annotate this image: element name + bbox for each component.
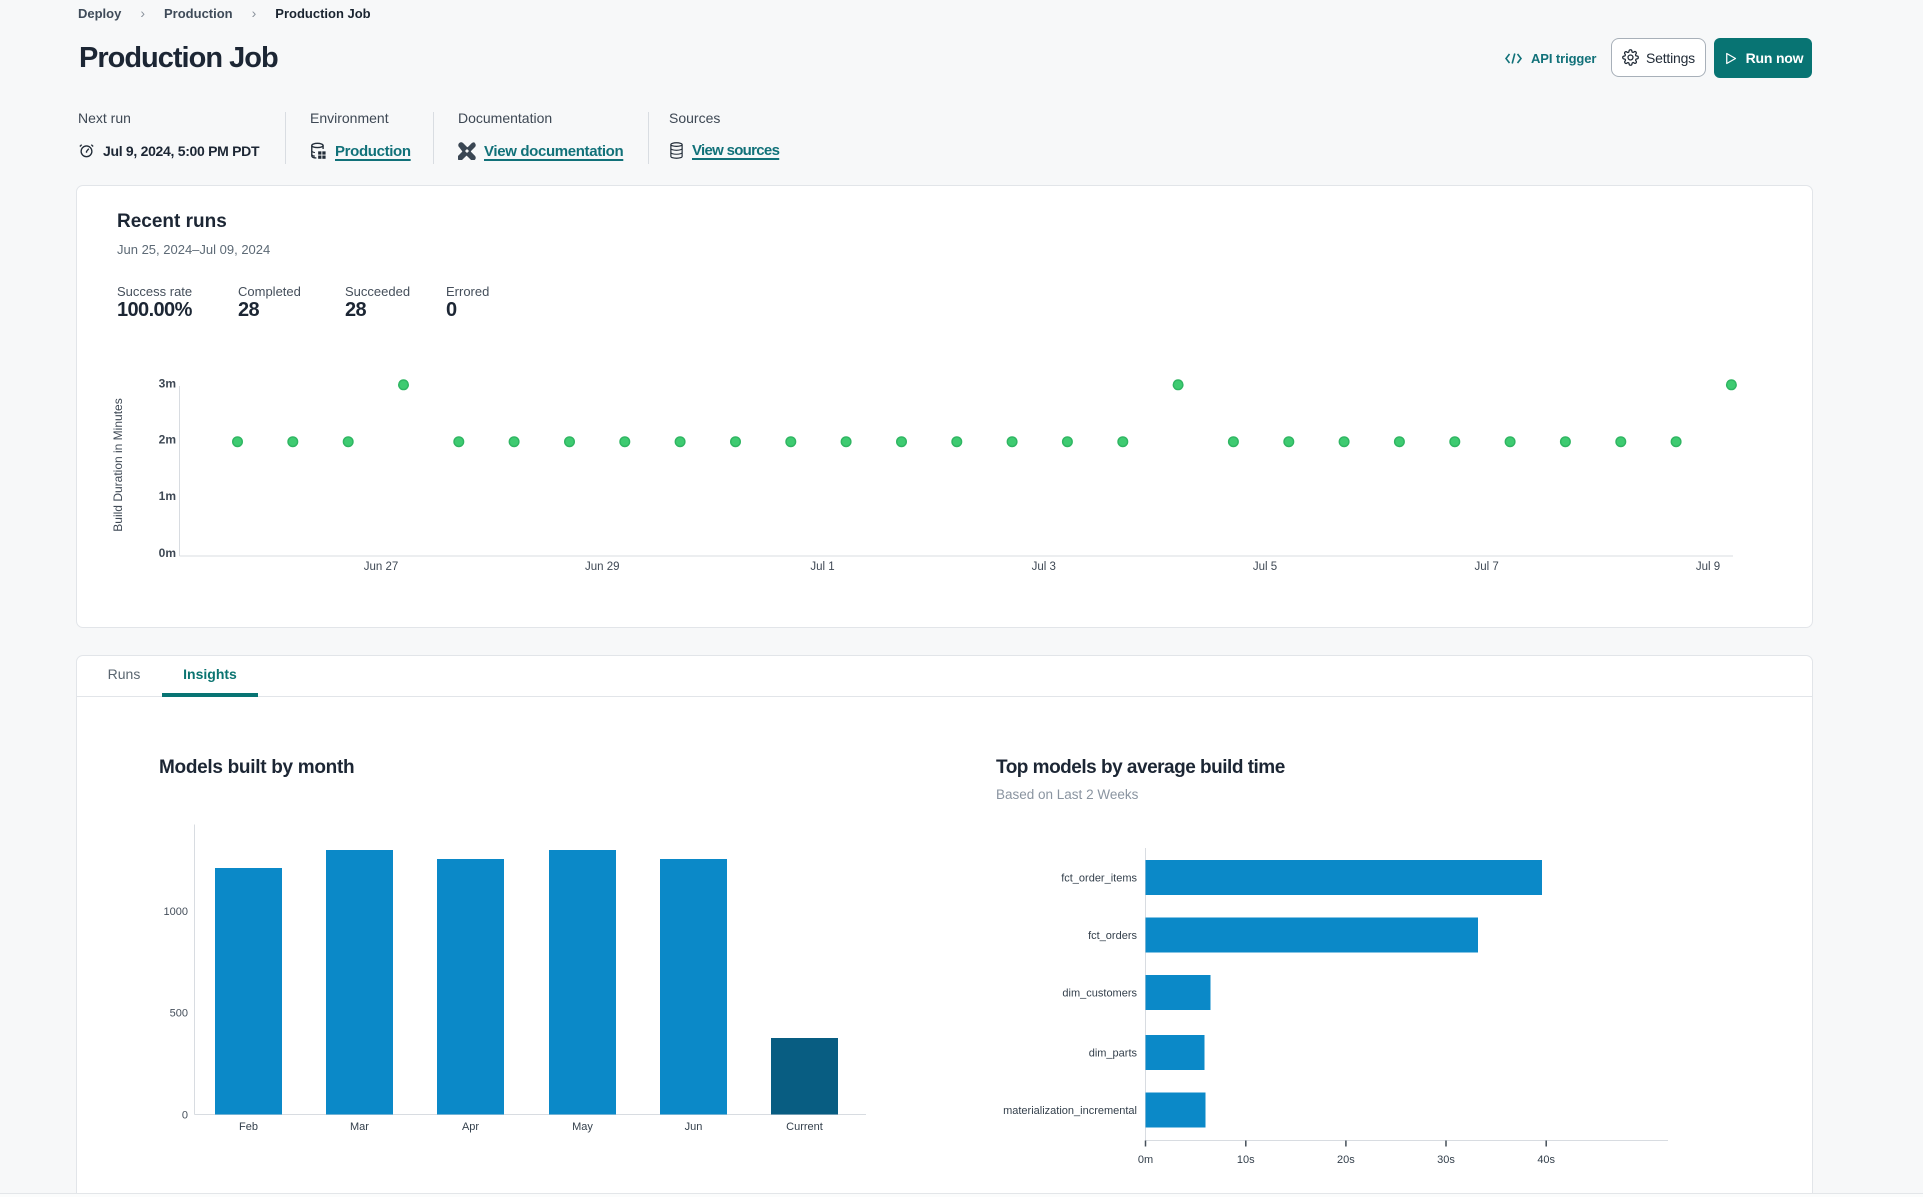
svg-text:Jul 1: Jul 1	[810, 561, 834, 573]
svg-text:0m: 0m	[159, 546, 176, 560]
svg-text:fct_orders: fct_orders	[1088, 930, 1137, 942]
svg-text:Apr: Apr	[462, 1121, 479, 1133]
svg-text:30s: 30s	[1437, 1154, 1455, 1166]
svg-text:May: May	[572, 1121, 593, 1133]
svg-text:1000: 1000	[164, 906, 188, 918]
svg-text:Jul 7: Jul 7	[1474, 561, 1498, 573]
svg-text:Jul 5: Jul 5	[1253, 561, 1277, 573]
svg-text:2m: 2m	[159, 433, 176, 447]
svg-text:Jun: Jun	[685, 1121, 703, 1133]
svg-text:Jun 29: Jun 29	[585, 561, 620, 573]
svg-text:40s: 40s	[1537, 1154, 1555, 1166]
svg-text:3m: 3m	[159, 377, 176, 391]
svg-text:1m: 1m	[159, 489, 176, 503]
svg-text:fct_order_items: fct_order_items	[1061, 873, 1137, 885]
svg-text:dim_parts: dim_parts	[1089, 1048, 1138, 1060]
svg-text:Jul 9: Jul 9	[1696, 561, 1720, 573]
svg-text:materialization_incremental: materialization_incremental	[1003, 1105, 1137, 1117]
svg-text:20s: 20s	[1337, 1154, 1355, 1166]
svg-text:Mar: Mar	[350, 1121, 369, 1133]
svg-text:Jun 27: Jun 27	[364, 561, 399, 573]
svg-text:Jul 3: Jul 3	[1032, 561, 1056, 573]
svg-text:Feb: Feb	[239, 1121, 258, 1133]
svg-text:0m: 0m	[1138, 1154, 1153, 1166]
svg-text:10s: 10s	[1237, 1154, 1255, 1166]
svg-text:500: 500	[170, 1008, 188, 1020]
svg-text:0: 0	[182, 1110, 188, 1122]
svg-text:Build Duration in Minutes: Build Duration in Minutes	[111, 398, 125, 531]
svg-text:Current: Current	[786, 1121, 823, 1133]
svg-text:dim_customers: dim_customers	[1062, 988, 1137, 1000]
